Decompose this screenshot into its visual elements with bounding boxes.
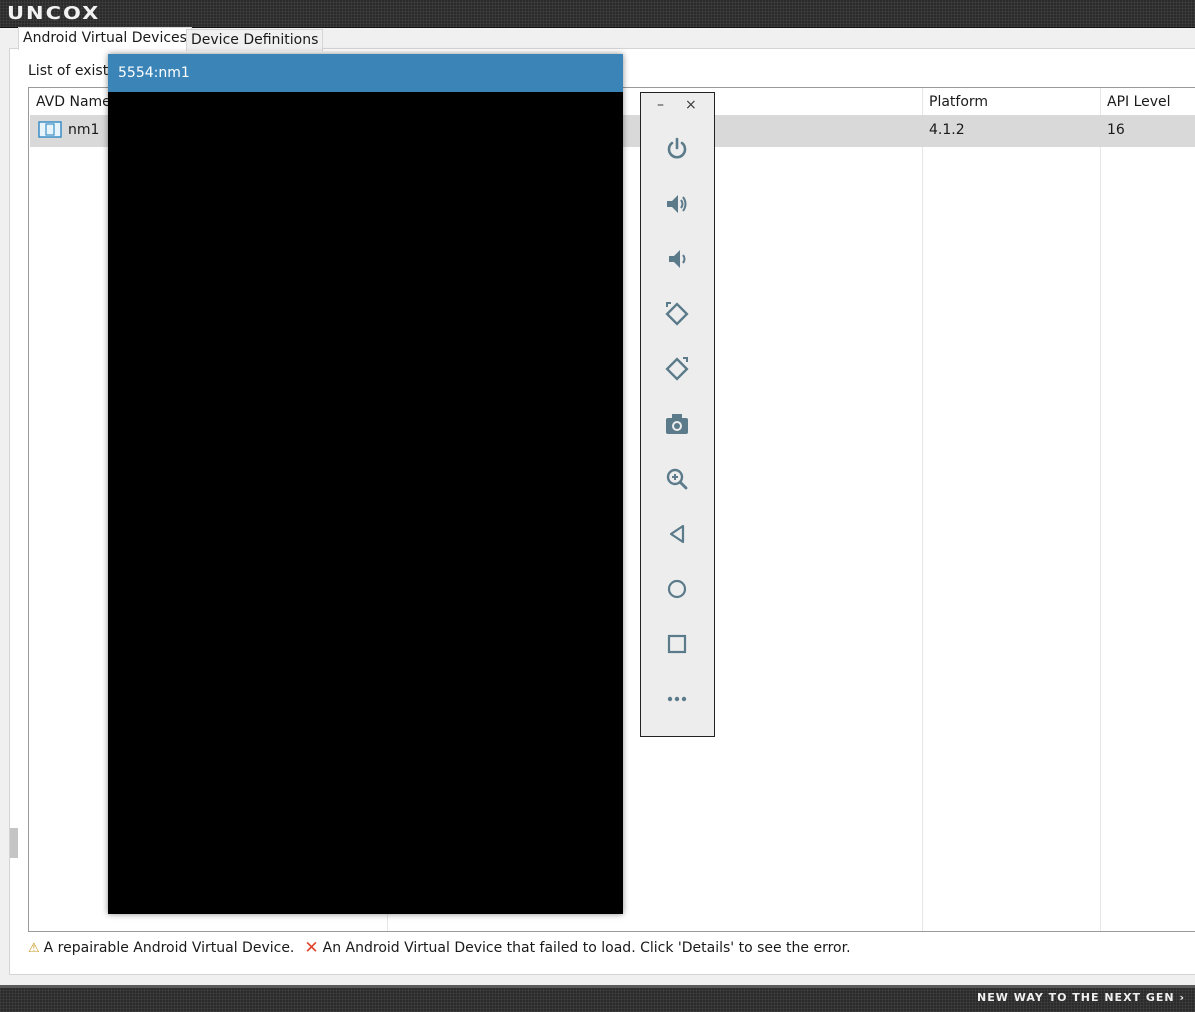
- emulator-window: 5554:nm1: [108, 54, 623, 914]
- list-label: List of existi: [28, 63, 113, 79]
- overview-button[interactable]: [658, 625, 696, 663]
- volume-down-icon: [669, 250, 686, 268]
- power-icon: [667, 137, 687, 159]
- more-icon: [667, 696, 687, 702]
- emulator-title-bar[interactable]: 5554:nm1: [108, 54, 623, 92]
- volume-up-icon: [667, 195, 687, 213]
- platform-cell: 4.1.2: [929, 122, 965, 138]
- column-divider: [922, 88, 923, 931]
- rotate-left-icon: [665, 302, 689, 326]
- avd-name-cell: nm1: [68, 122, 100, 138]
- minimize-button[interactable]: –: [657, 97, 664, 113]
- home-icon: [667, 579, 687, 599]
- back-icon: [669, 524, 685, 544]
- legend-repairable: A repairable Android Virtual Device.: [43, 940, 295, 956]
- brand-logo: UNCOX: [7, 2, 101, 24]
- top-banner: UNCOX: [0, 0, 1195, 28]
- rotate-right-icon: [665, 357, 689, 381]
- warning-icon: ⚠: [28, 940, 40, 956]
- camera-icon: [666, 414, 688, 434]
- more-button[interactable]: [658, 680, 696, 718]
- status-legend: ⚠ A repairable Android Virtual Device. ✕…: [28, 938, 851, 958]
- rotate-left-button[interactable]: [658, 295, 696, 333]
- volume-up-button[interactable]: [658, 185, 696, 223]
- legend-failed: An Android Virtual Device that failed to…: [322, 940, 851, 956]
- tab-device-definitions[interactable]: Device Definitions: [186, 29, 324, 51]
- tagline: NEW WAY TO THE NEXT GEN ›: [977, 991, 1185, 1004]
- tab-android-virtual-devices[interactable]: Android Virtual Devices: [18, 27, 192, 50]
- rotate-right-button[interactable]: [658, 350, 696, 388]
- column-header-api-level[interactable]: API Level: [1107, 94, 1171, 110]
- overview-icon: [667, 634, 687, 654]
- bottom-banner: NEW WAY TO THE NEXT GEN ›: [0, 985, 1195, 1012]
- column-header-platform[interactable]: Platform: [929, 94, 988, 110]
- zoom-button[interactable]: [658, 460, 696, 498]
- emulator-screen[interactable]: [108, 92, 623, 914]
- column-header-avd-name[interactable]: AVD Name: [36, 94, 111, 110]
- panel-scroll-handle[interactable]: [10, 828, 18, 858]
- back-button[interactable]: [658, 515, 696, 553]
- api-level-cell: 16: [1107, 122, 1125, 138]
- zoom-icon: [666, 468, 688, 490]
- screenshot-button[interactable]: [658, 405, 696, 443]
- volume-down-button[interactable]: [658, 240, 696, 278]
- column-divider: [1100, 88, 1101, 931]
- power-button[interactable]: [658, 130, 696, 168]
- emulator-toolbar: – ×: [640, 92, 715, 737]
- close-button[interactable]: ×: [685, 97, 697, 113]
- error-icon: ✕: [304, 938, 319, 958]
- home-button[interactable]: [658, 570, 696, 608]
- avd-device-icon: [38, 121, 62, 138]
